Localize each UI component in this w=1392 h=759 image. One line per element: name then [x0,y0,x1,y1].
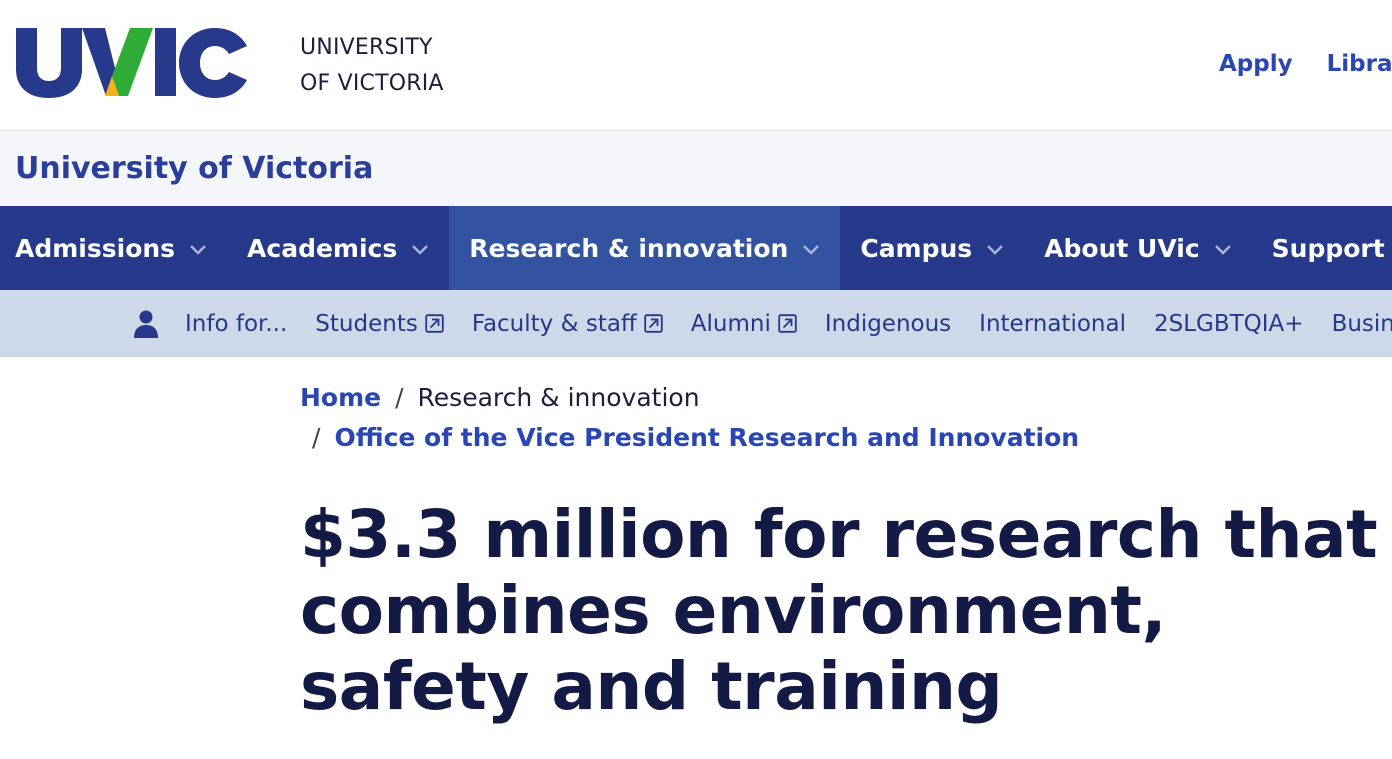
audience-link-business[interactable]: Business [1332,311,1392,337]
breadcrumb-separator: / [312,423,321,452]
audience-link-label: Alumni [690,310,771,337]
site-title-bar: University of Victoria [0,131,1392,206]
breadcrumb-row-2: / Office of the Vice President Research a… [300,418,1079,458]
breadcrumb-research-innovation: Research & innovation [417,383,700,412]
breadcrumb-separator: / [395,383,404,412]
audience-link-label: 2SLGBTQIA+ [1153,310,1304,337]
chevron-down-icon [1214,245,1231,255]
nav-item-academics[interactable]: Academics [227,206,449,290]
audience-link-label: International [979,310,1126,337]
nav-item-admissions[interactable]: Admissions [0,206,227,290]
chevron-down-icon [987,245,1004,255]
external-link-icon [644,314,663,333]
external-link-icon [778,314,797,333]
chevron-down-icon [803,245,820,255]
nav-label: About UVic [1044,233,1200,263]
site-title-link[interactable]: University of Victoria [15,149,373,189]
main-nav: Admissions Academics Research & innovati… [0,206,1392,290]
breadcrumb: Home / Research & innovation / Office of th… [300,378,1079,458]
audience-link-label: Faculty & staff [471,310,637,337]
university-wordmark: UNIVERSITY OF VICTORIA [300,30,444,102]
breadcrumb-home[interactable]: Home [300,383,381,412]
nav-label: Support UVic [1271,233,1392,263]
nav-item-campus[interactable]: Campus [840,206,1024,290]
audience-bar: Info for... Students Faculty & staff Alu… [0,290,1392,357]
top-header: UNIVERSITY OF VICTORIA Apply Library [0,0,1392,131]
audience-link-students[interactable]: Students [315,311,444,337]
audience-link-alumni[interactable]: Alumni [691,311,797,337]
audience-link-international[interactable]: International [979,311,1126,337]
chevron-down-icon [412,245,429,255]
chevron-down-icon [190,245,206,255]
nav-label: Academics [247,233,398,263]
nav-label: Research & innovation [469,233,789,263]
audience-link-label: Business [1331,310,1392,337]
wordmark-line-1: UNIVERSITY [300,35,433,60]
utility-link-library[interactable]: Library [1327,44,1392,84]
wordmark-line-2: OF VICTORIA [300,71,444,96]
audience-link-label: Indigenous [824,310,952,337]
uvic-logo-mark [16,28,247,98]
uvic-logo[interactable] [16,28,248,98]
breadcrumb-office-vpri[interactable]: Office of the Vice President Research an… [334,423,1079,452]
nav-item-about-uvic[interactable]: About UVic [1024,206,1251,290]
audience-link-label: Students [315,310,418,337]
person-icon [134,310,158,338]
audience-links: Info for... Students Faculty & staff Alu… [133,290,1392,357]
audience-link-2slgbtqia[interactable]: 2SLGBTQIA+ [1154,311,1304,337]
external-link-icon [425,314,444,333]
audience-link-indigenous[interactable]: Indigenous [825,311,951,337]
nav-label: Admissions [15,233,176,263]
nav-label: Campus [860,233,973,263]
nav-item-research-innovation[interactable]: Research & innovation [449,206,841,290]
nav-item-support-uvic[interactable]: Support UVic [1252,206,1392,290]
audience-link-faculty-staff[interactable]: Faculty & staff [472,311,663,337]
utility-nav: Apply Library [1219,44,1392,84]
breadcrumb-row-1: Home / Research & innovation [300,378,1079,418]
audience-lead-label: Info for... [185,310,288,337]
utility-link-apply[interactable]: Apply [1219,44,1293,84]
page-title: $3.3 million for research that combines … [300,496,1378,725]
